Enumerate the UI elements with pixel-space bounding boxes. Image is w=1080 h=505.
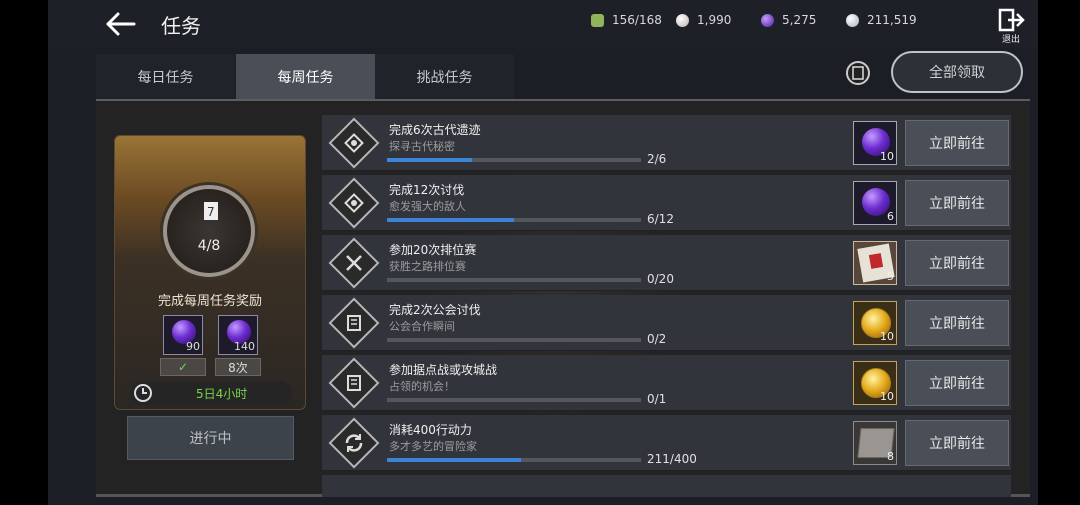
- quest-name: 消耗400行动力: [389, 423, 472, 437]
- tab-challenge[interactable]: 挑战任务: [375, 54, 514, 99]
- quest-progress-bar: [387, 338, 641, 342]
- quest-row: 完成6次古代遗迹 探寻古代秘密 2/6 10 立即前往: [322, 115, 1011, 171]
- ruins-icon: [344, 133, 364, 153]
- reward-item[interactable]: 10: [853, 361, 897, 405]
- help-icon[interactable]: [846, 61, 870, 85]
- quest-desc: 愈发强大的敌人: [389, 200, 466, 213]
- in-progress-button: 进行中: [127, 416, 294, 460]
- resource-purple-orb: 5,275: [761, 12, 816, 28]
- quest-name: 完成6次古代遗迹: [389, 123, 481, 137]
- reward-item-slot[interactable]: 140: [218, 315, 258, 355]
- reward-item[interactable]: 6: [853, 181, 897, 225]
- resource-value: 5,275: [782, 13, 817, 27]
- quest-desc: 多才多艺的冒险家: [389, 440, 477, 453]
- quest-progress-fill: [387, 158, 472, 162]
- claim-all-button[interactable]: 全部领取: [891, 51, 1023, 93]
- reward-qty: 6: [887, 210, 894, 223]
- reward-item[interactable]: 10: [853, 301, 897, 345]
- reward-qty: 10: [880, 330, 894, 343]
- go-now-button[interactable]: 立即前往: [905, 360, 1009, 406]
- silver-coin-icon: [846, 13, 859, 27]
- reward-progress-count: 4/8: [197, 238, 221, 254]
- go-now-button[interactable]: 立即前往: [905, 120, 1009, 166]
- resource-value: 211,519: [867, 13, 917, 27]
- quest-name: 完成12次讨伐: [389, 183, 465, 197]
- quest-progress-bar: [387, 218, 641, 222]
- reward-qty: 5: [887, 270, 894, 283]
- reward-item-slot[interactable]: 90: [163, 315, 203, 355]
- reward-qty: 90: [186, 340, 200, 353]
- quest-progress-bar: [387, 158, 641, 162]
- quest-row: 完成12次讨伐 愈发强大的敌人 6/12 6 立即前往: [322, 175, 1011, 231]
- back-arrow-icon[interactable]: [104, 10, 138, 38]
- go-now-button[interactable]: 立即前往: [905, 300, 1009, 346]
- quest-progress-text: 2/6: [647, 152, 667, 166]
- crossed-swords-icon: [346, 255, 362, 271]
- resource-value: 156/168: [612, 13, 662, 27]
- exit-label: 退出: [1001, 35, 1020, 45]
- svg-text:7: 7: [207, 205, 215, 219]
- quest-progress-text: 211/400: [647, 452, 697, 466]
- quest-desc: 公会合作瞬间: [389, 320, 455, 333]
- tab-daily[interactable]: 每日任务: [96, 54, 235, 99]
- purple-orb-icon: [862, 188, 890, 216]
- quest-row-partial: [322, 475, 1011, 497]
- quest-row: 完成2次公会讨伐 公会合作瞬间 0/2 10 立即前往: [322, 295, 1011, 351]
- page-title: 任务: [161, 14, 201, 38]
- quest-progress-text: 0/20: [647, 272, 674, 286]
- quest-desc: 占领的机会！: [389, 380, 455, 393]
- resource-stamina: 156/168: [591, 12, 662, 28]
- go-now-button[interactable]: 立即前往: [905, 180, 1009, 226]
- reward-qty: 10: [880, 150, 894, 163]
- reward-qty: 8: [887, 450, 894, 463]
- tab-weekly[interactable]: 每周任务: [236, 54, 375, 99]
- quest-progress-bar: [387, 278, 641, 282]
- reward-count-tag: 8次: [215, 358, 261, 376]
- resource-pearl: 1,990: [676, 12, 731, 28]
- reward-medal: [163, 185, 255, 277]
- quest-row: 参加据点战或攻城战 占领的机会！ 0/1 10 立即前往: [322, 355, 1011, 411]
- exit-button[interactable]: 退出: [996, 8, 1026, 45]
- quest-progress-text: 0/2: [647, 332, 667, 346]
- go-now-button[interactable]: 立即前往: [905, 240, 1009, 286]
- quest-desc: 探寻古代秘密: [389, 140, 455, 153]
- siege-flag-icon: [347, 375, 361, 391]
- clock-icon: [134, 384, 152, 402]
- reward-item[interactable]: 10: [853, 121, 897, 165]
- quest-row: 消耗400行动力 多才多艺的冒险家 211/400 8 立即前往: [322, 415, 1011, 471]
- quest-progress-text: 0/1: [647, 392, 667, 406]
- stamina-icon: [591, 13, 604, 27]
- quest-row: 参加20次排位赛 获胜之路排位赛 0/20 5 立即前往: [322, 235, 1011, 291]
- purple-orb-icon: [761, 13, 774, 27]
- quest-progress-text: 6/12: [647, 212, 674, 226]
- quest-name: 参加据点战或攻城战: [389, 363, 498, 377]
- go-now-button[interactable]: 立即前往: [905, 420, 1009, 466]
- hunt-icon: [344, 193, 364, 213]
- exit-icon: [998, 8, 1025, 32]
- resource-silver-coin: 211,519: [846, 12, 917, 28]
- quest-progress-bar: [387, 458, 641, 462]
- quest-progress-bar: [387, 398, 641, 402]
- reward-card-title: 完成每周任务奖励: [157, 294, 262, 309]
- guild-flag-icon: [347, 315, 361, 331]
- claimed-check-icon: ✓: [160, 358, 206, 376]
- refresh-icon: [345, 434, 363, 452]
- seal-mark: [868, 253, 884, 269]
- reward-qty: 10: [880, 390, 894, 403]
- quest-desc: 获胜之路排位赛: [389, 260, 466, 273]
- resource-value: 1,990: [697, 13, 732, 27]
- reward-item[interactable]: 8: [853, 421, 897, 465]
- reward-qty: 140: [234, 340, 255, 353]
- quest-name: 参加20次排位赛: [389, 243, 477, 257]
- quest-name: 完成2次公会讨伐: [389, 303, 481, 317]
- timer-text: 5日4小时: [196, 387, 248, 401]
- quest-progress-fill: [387, 458, 521, 462]
- pearl-icon: [676, 13, 689, 27]
- reward-item[interactable]: 5: [853, 241, 897, 285]
- quest-progress-fill: [387, 218, 514, 222]
- card-icon: 7: [201, 200, 221, 222]
